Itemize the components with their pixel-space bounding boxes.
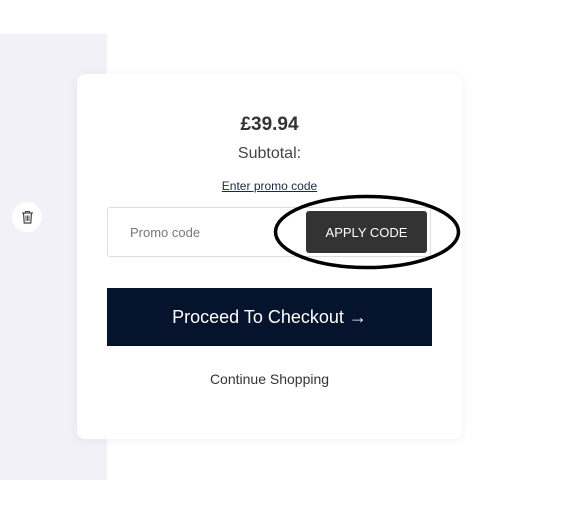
proceed-to-checkout-button[interactable]: Proceed To Checkout → [107, 288, 432, 346]
order-summary-card: £39.94 Subtotal: Enter promo code APPLY … [77, 74, 462, 439]
continue-shopping-row: Continue Shopping [77, 371, 462, 387]
continue-shopping-link[interactable]: Continue Shopping [210, 371, 329, 387]
apply-code-button[interactable]: APPLY CODE [306, 211, 427, 253]
subtotal-label: Subtotal: [237, 145, 302, 162]
trash-icon [21, 210, 33, 224]
total-price: £39.94 [240, 114, 299, 135]
enter-promo-code-link[interactable]: Enter promo code [222, 179, 317, 193]
promo-link-row: Enter promo code [77, 179, 462, 193]
delete-item-button[interactable] [12, 202, 42, 232]
